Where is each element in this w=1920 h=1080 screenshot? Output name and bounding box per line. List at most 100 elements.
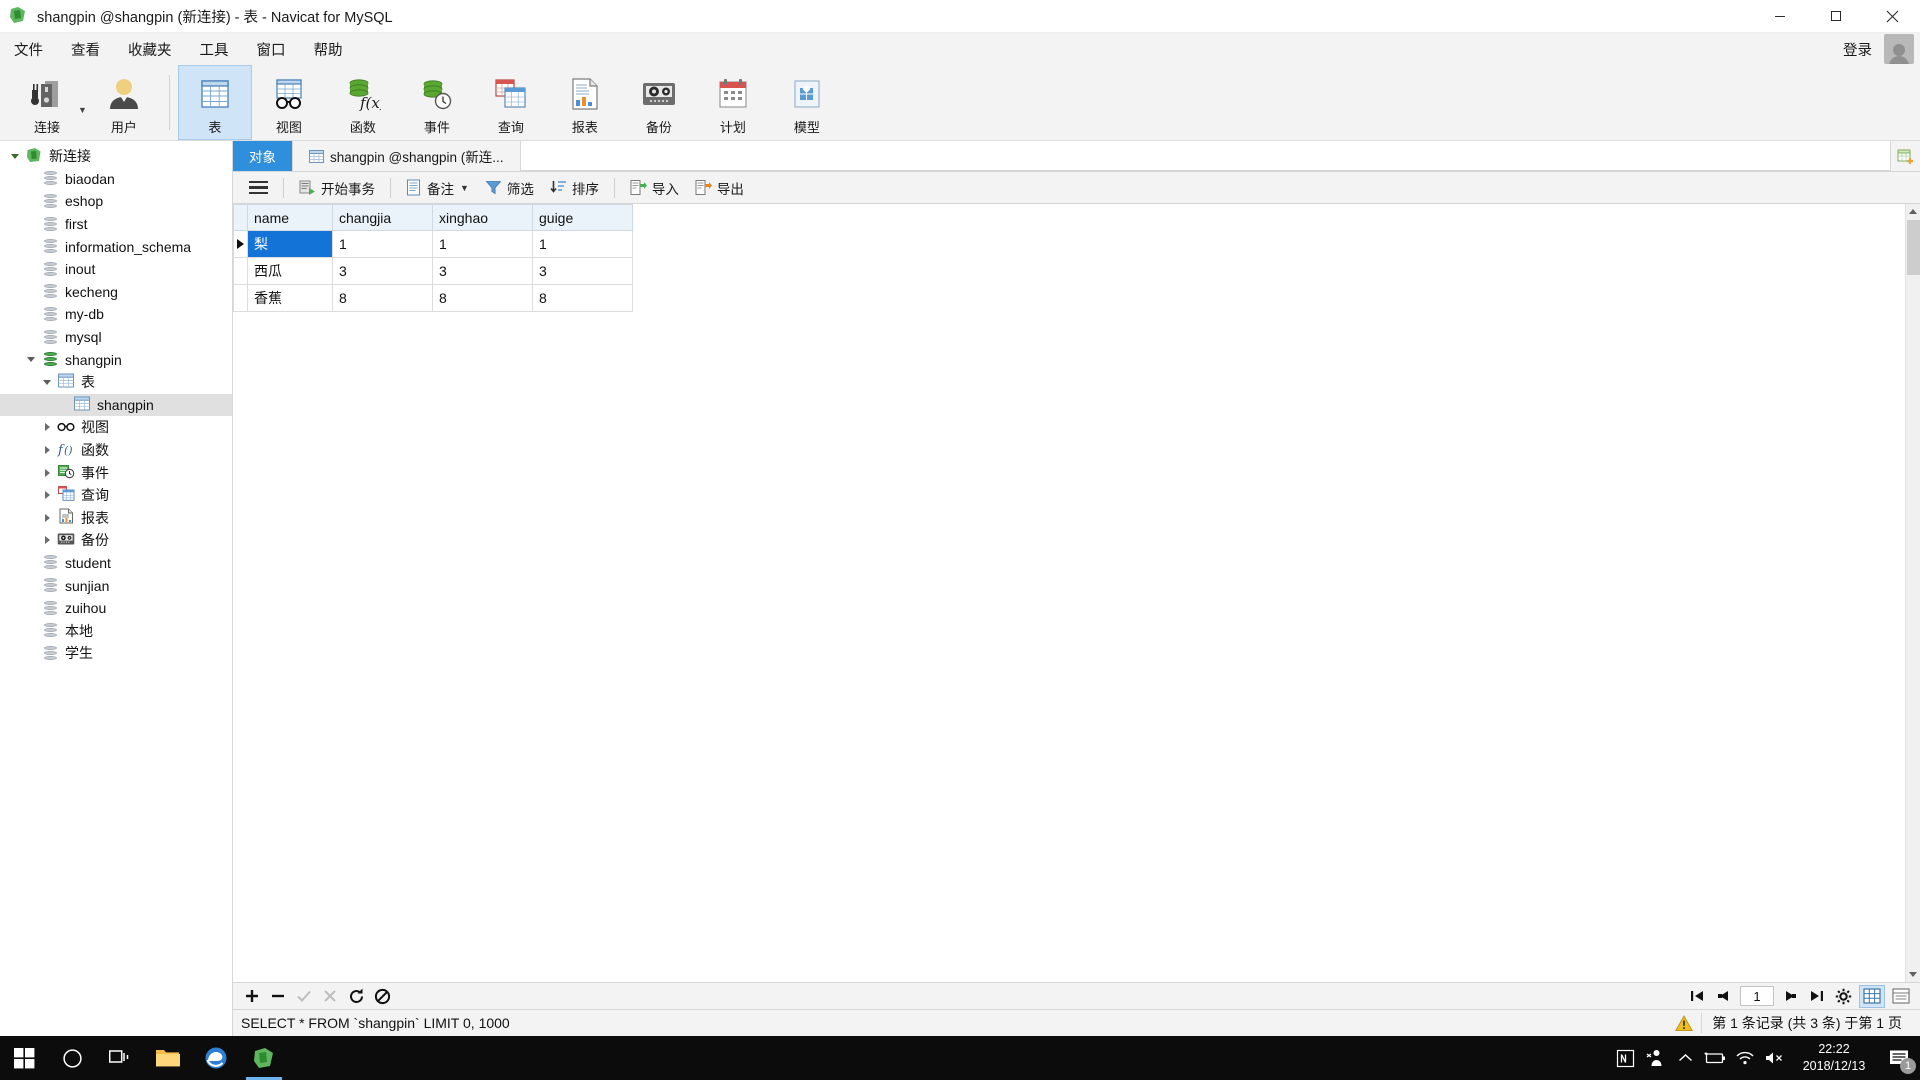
tree-item-新连接[interactable]: 新连接 — [0, 145, 232, 168]
cell-guige[interactable]: 3 — [532, 257, 633, 285]
cell-xinghao[interactable]: 1 — [432, 230, 533, 258]
data-grid[interactable]: name changjia xinghao guige 梨 1 1 1 西瓜 3 3 3 香蕉 8 8 8 — [233, 204, 633, 312]
avatar[interactable] — [1884, 34, 1914, 64]
login-link[interactable]: 登录 — [1843, 39, 1872, 60]
column-header-changjia[interactable]: changjia — [332, 204, 433, 231]
vertical-scrollbar[interactable] — [1905, 204, 1920, 982]
tree-item-查询[interactable]: 查询 — [0, 484, 232, 507]
grid-menu-button[interactable] — [241, 177, 276, 199]
people-tray-icon[interactable] — [1640, 1036, 1670, 1080]
gear-icon[interactable] — [1830, 985, 1856, 1008]
minimize-button[interactable] — [1752, 0, 1808, 33]
next-page-button[interactable] — [1778, 985, 1804, 1008]
tree-item-inout[interactable]: inout — [0, 258, 232, 281]
new-tab-button[interactable] — [1890, 141, 1920, 171]
table-row[interactable]: 香蕉 8 8 8 — [233, 284, 633, 312]
menu-window[interactable]: 窗口 — [243, 35, 300, 64]
toolbar-function[interactable]: f(x) 函数 — [326, 65, 400, 140]
network-tray-icon[interactable] — [1730, 1036, 1760, 1080]
connection-button-group[interactable]: 连接 ▼ — [10, 65, 87, 140]
refresh-button[interactable] — [343, 985, 369, 1008]
cell-xinghao[interactable]: 3 — [432, 257, 533, 285]
toolbar-query[interactable]: 查询 — [474, 65, 548, 140]
note-button[interactable]: 备注 ▼ — [398, 174, 477, 202]
cell-changjia[interactable]: 8 — [332, 284, 433, 312]
row-indicator[interactable] — [233, 284, 248, 312]
battery-tray-icon[interactable] — [1700, 1036, 1730, 1080]
notification-icon[interactable]: 1 — [1878, 1036, 1920, 1080]
tree-item-kecheng[interactable]: kecheng — [0, 281, 232, 304]
tree-item-函数[interactable]: f() 函数 — [0, 439, 232, 462]
tree-item-sunjian[interactable]: sunjian — [0, 574, 232, 597]
tree-item-shangpin[interactable]: shangpin — [0, 348, 232, 371]
task-view-icon[interactable] — [96, 1036, 144, 1080]
tree-item-eshop[interactable]: eshop — [0, 190, 232, 213]
volume-tray-icon[interactable] — [1760, 1036, 1790, 1080]
tab-shangpin-table[interactable]: shangpin @shangpin (新连... — [293, 141, 521, 171]
row-indicator[interactable] — [233, 230, 248, 258]
menu-tools[interactable]: 工具 — [186, 35, 243, 64]
navicat-icon[interactable] — [240, 1036, 288, 1080]
menu-file[interactable]: 文件 — [0, 35, 57, 64]
column-header-xinghao[interactable]: xinghao — [432, 204, 533, 231]
apply-change-button[interactable] — [291, 985, 317, 1008]
tree-item-mysql[interactable]: mysql — [0, 326, 232, 349]
tree-item-information_schema[interactable]: information_schema — [0, 235, 232, 258]
grid-view-toggle[interactable] — [1859, 984, 1885, 1008]
import-button[interactable]: 导入 — [622, 174, 687, 202]
object-tree-sidebar[interactable]: 新连接 biaodan eshop first information_schema in… — [0, 141, 233, 1036]
tree-item-视图[interactable]: 视图 — [0, 416, 232, 439]
toolbar-backup[interactable]: 备份 — [622, 65, 696, 140]
cell-name[interactable]: 香蕉 — [247, 284, 333, 312]
prev-page-button[interactable] — [1710, 985, 1736, 1008]
tree-item-事件[interactable]: 事件 — [0, 461, 232, 484]
scrollbar-thumb[interactable] — [1906, 220, 1920, 275]
tree-item-报表[interactable]: 报表 — [0, 507, 232, 530]
maximize-button[interactable] — [1808, 0, 1864, 33]
stop-button[interactable] — [369, 985, 395, 1008]
tree-item-student[interactable]: student — [0, 552, 232, 575]
tree-item-zuihou[interactable]: zuihou — [0, 597, 232, 620]
tree-item-my-db[interactable]: my-db — [0, 303, 232, 326]
scroll-down-button[interactable] — [1906, 967, 1920, 982]
tree-item-first[interactable]: first — [0, 213, 232, 236]
toolbar-connection[interactable]: 连接 — [10, 69, 84, 137]
edge-browser-icon[interactable] — [192, 1036, 240, 1080]
tree-item-备份[interactable]: 备份 — [0, 529, 232, 552]
scroll-up-button[interactable] — [1906, 204, 1920, 219]
column-header-guige[interactable]: guige — [532, 204, 633, 231]
windows-start-icon[interactable] — [0, 1036, 48, 1080]
first-page-button[interactable] — [1684, 985, 1710, 1008]
filter-button[interactable]: 筛选 — [477, 174, 542, 202]
scrollbar-track[interactable] — [1905, 219, 1920, 967]
tree-item-表[interactable]: 表 — [0, 371, 232, 394]
onenote-tray-icon[interactable] — [1610, 1036, 1640, 1080]
toolbar-event[interactable]: 事件 — [400, 65, 474, 140]
file-explorer-icon[interactable] — [144, 1036, 192, 1080]
tree-expander[interactable] — [38, 513, 56, 522]
tab-objects[interactable]: 对象 — [233, 141, 293, 171]
page-number-input[interactable]: 1 — [1740, 986, 1774, 1006]
tree-expander[interactable] — [38, 536, 56, 545]
close-button[interactable] — [1864, 0, 1920, 33]
taskbar-clock[interactable]: 22:22 2018/12/13 — [1790, 1041, 1878, 1075]
cell-name[interactable]: 西瓜 — [247, 257, 333, 285]
tree-item-学生[interactable]: 学生 — [0, 642, 232, 665]
cell-guige[interactable]: 1 — [532, 230, 633, 258]
menu-favorites[interactable]: 收藏夹 — [114, 35, 186, 64]
tree-item-shangpin[interactable]: shangpin — [0, 393, 232, 417]
cell-xinghao[interactable]: 8 — [432, 284, 533, 312]
sort-button[interactable]: 排序 — [542, 174, 607, 202]
cell-guige[interactable]: 8 — [532, 284, 633, 312]
export-button[interactable]: 导出 — [687, 174, 752, 202]
warning-icon[interactable] — [1667, 1014, 1701, 1032]
table-row[interactable]: 梨111 — [233, 230, 633, 258]
chevron-down-icon[interactable]: ▼ — [460, 183, 469, 193]
show-hidden-icons[interactable] — [1670, 1036, 1700, 1080]
delete-record-button[interactable] — [265, 985, 291, 1008]
tree-item-本地[interactable]: 本地 — [0, 619, 232, 642]
tree-item-biaodan[interactable]: biaodan — [0, 168, 232, 191]
cell-changjia[interactable]: 1 — [332, 230, 433, 258]
cancel-change-button[interactable] — [317, 985, 343, 1008]
last-page-button[interactable] — [1804, 985, 1830, 1008]
